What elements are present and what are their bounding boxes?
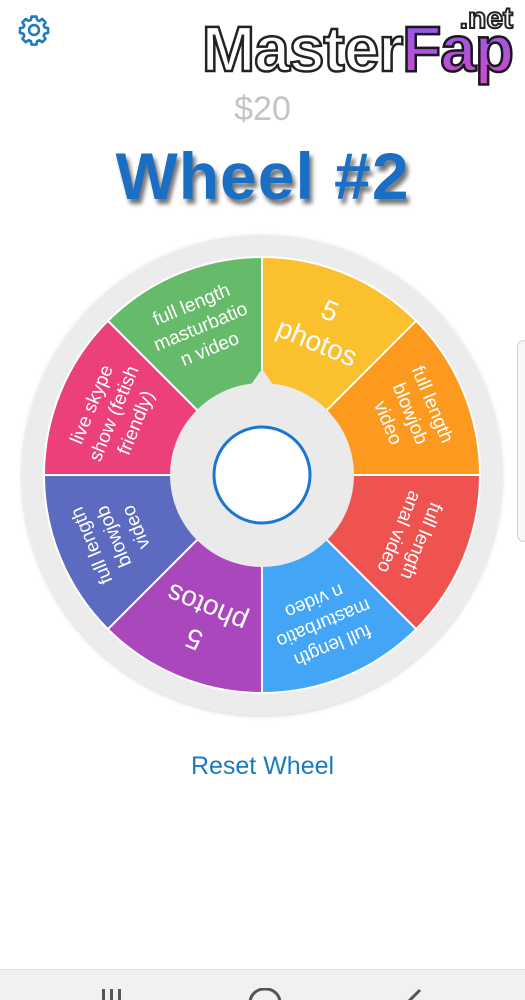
watermark-logo: .net MasterFap [201,1,517,86]
back-icon[interactable] [400,988,430,1000]
app-screen: .net MasterFap $20 Wheel #2 full lengthm… [0,0,525,1000]
spin-button[interactable] [212,425,312,525]
prize-wheel[interactable]: full lengthmasturbation video5photosfull… [0,230,525,730]
home-icon[interactable] [248,988,282,1000]
recent-apps-icon[interactable] [100,988,130,1000]
watermark-text-b: Fap [401,12,515,87]
watermark-text-a: Master [201,12,405,87]
reset-wheel-button[interactable]: Reset Wheel [0,752,525,781]
wheel-title: Wheel #2 [115,139,410,213]
edge-panel-handle[interactable] [517,340,525,542]
system-nav-bar [0,969,525,1000]
gear-icon [18,15,50,46]
settings-button[interactable] [16,12,52,48]
price-label: $20 [234,90,291,128]
watermark-text: MasterFap [201,12,516,87]
